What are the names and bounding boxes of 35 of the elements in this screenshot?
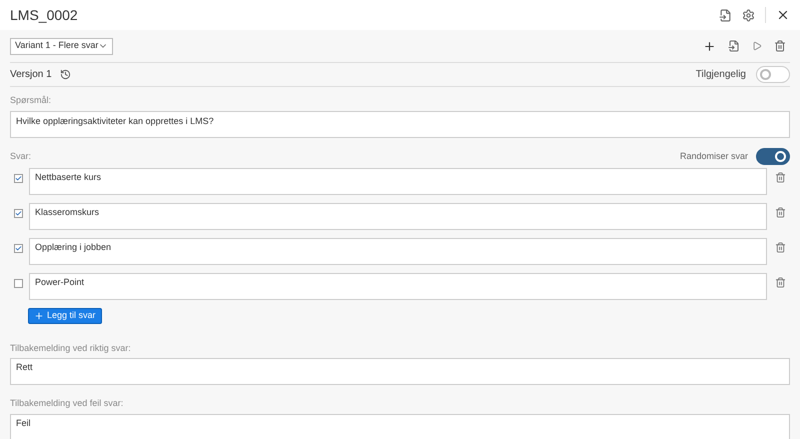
question-label: Spørsmål: bbox=[10, 94, 52, 107]
question-field[interactable]: Hvilke opplæringsaktiviteter kan opprettes i LMS? bbox=[10, 110, 790, 138]
feedback-wrong-field[interactable]: Feil bbox=[10, 414, 790, 439]
randomize-label: Randomiser svar bbox=[680, 150, 748, 163]
add-answer-button[interactable]: Legg til svar bbox=[28, 308, 102, 324]
delete-icon[interactable] bbox=[775, 172, 786, 182]
variant-dropdown[interactable]: Variant 1 - Flere svar bbox=[10, 38, 113, 54]
toggle-switch[interactable] bbox=[756, 148, 790, 165]
version-label: Versjon 1 bbox=[10, 68, 52, 82]
answer-field[interactable]: Power-Point bbox=[29, 272, 767, 300]
checkbox[interactable] bbox=[14, 174, 23, 182]
window-title: LMS_0002 bbox=[10, 6, 78, 25]
plus-icon bbox=[34, 310, 44, 320]
close-icon[interactable] bbox=[776, 8, 790, 22]
delete-icon[interactable] bbox=[774, 40, 786, 52]
import-icon[interactable] bbox=[719, 8, 732, 22]
copy-icon[interactable] bbox=[728, 40, 740, 52]
checkbox[interactable] bbox=[14, 244, 23, 252]
add-icon[interactable] bbox=[703, 40, 716, 52]
feedback-wrong-label: Tilbakemelding ved feil svar: bbox=[10, 397, 124, 410]
play-icon[interactable] bbox=[752, 41, 762, 51]
delete-icon[interactable] bbox=[775, 276, 786, 288]
delete-icon[interactable] bbox=[775, 242, 786, 252]
checkbox[interactable] bbox=[14, 208, 23, 218]
answers-label: Svar: bbox=[10, 150, 32, 163]
feedback-correct-field[interactable]: Rett bbox=[10, 358, 790, 385]
answer-field[interactable]: Klasseromskurs bbox=[29, 202, 767, 230]
feedback-correct-label: Tilbakemelding ved riktig svar: bbox=[10, 342, 132, 355]
answer-field[interactable]: Opplæring i jobben bbox=[29, 238, 767, 264]
answer-field[interactable]: Nettbaserte kurs bbox=[29, 168, 767, 194]
delete-icon[interactable] bbox=[775, 206, 786, 218]
available-label: Tilgjengelig bbox=[696, 68, 746, 82]
checkbox[interactable] bbox=[14, 278, 23, 288]
history-icon[interactable] bbox=[60, 69, 71, 80]
settings-icon[interactable] bbox=[742, 8, 755, 22]
